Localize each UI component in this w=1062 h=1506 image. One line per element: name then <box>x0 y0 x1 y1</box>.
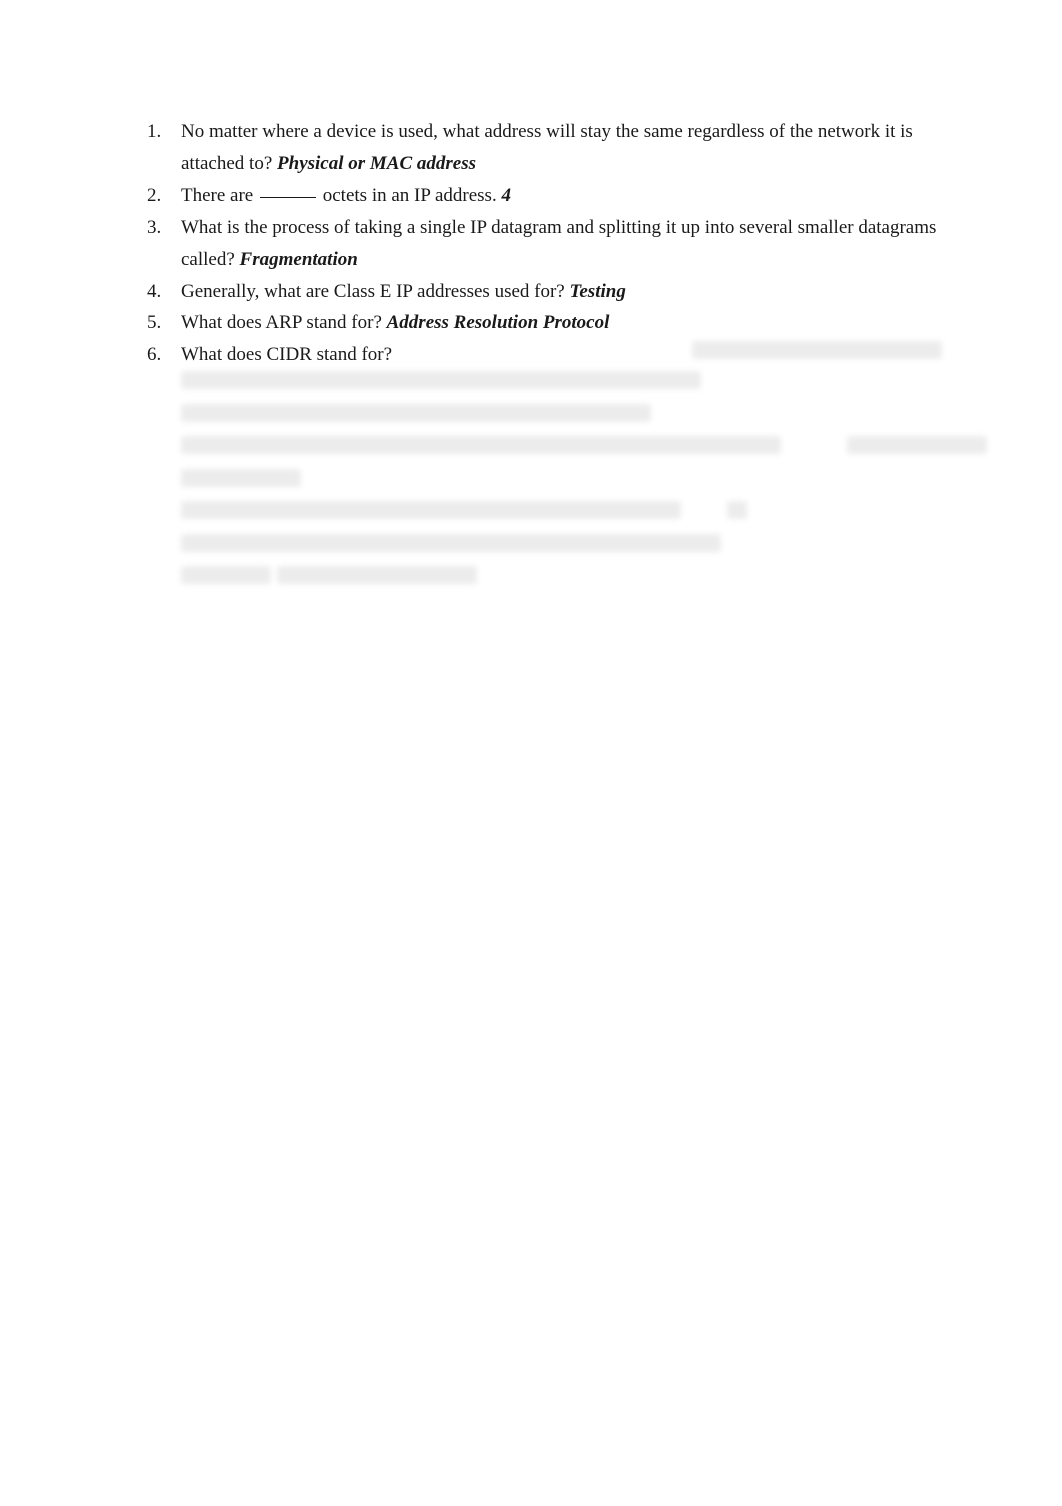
question-text-after: octets in an IP address. <box>323 185 497 206</box>
question-text: Generally, what are Class E IP addresses… <box>181 281 565 302</box>
question-text-before: There are <box>181 185 253 206</box>
answer-text: Address Resolution Protocol <box>387 312 610 333</box>
blur-overlay <box>147 371 952 601</box>
fill-blank <box>260 197 316 198</box>
question-list: No matter where a device is used, what a… <box>147 116 952 371</box>
answer-text: 4 <box>501 185 511 206</box>
list-item: What does ARP stand for? Address Resolut… <box>147 307 952 339</box>
question-text: What does CIDR stand for? <box>181 344 392 365</box>
list-item: No matter where a device is used, what a… <box>147 116 952 180</box>
list-item: What is the process of taking a single I… <box>147 212 952 276</box>
list-item: Generally, what are Class E IP addresses… <box>147 276 952 308</box>
list-item: There are octets in an IP address. 4 <box>147 180 952 212</box>
answer-text: Fragmentation <box>240 249 358 270</box>
blurred-content-region <box>147 371 952 601</box>
blur-strip <box>692 341 942 359</box>
list-item: What does CIDR stand for? <box>147 339 952 371</box>
answer-text: Physical or MAC address <box>277 153 476 174</box>
question-text: What does ARP stand for? <box>181 312 382 333</box>
answer-text: Testing <box>570 281 626 302</box>
